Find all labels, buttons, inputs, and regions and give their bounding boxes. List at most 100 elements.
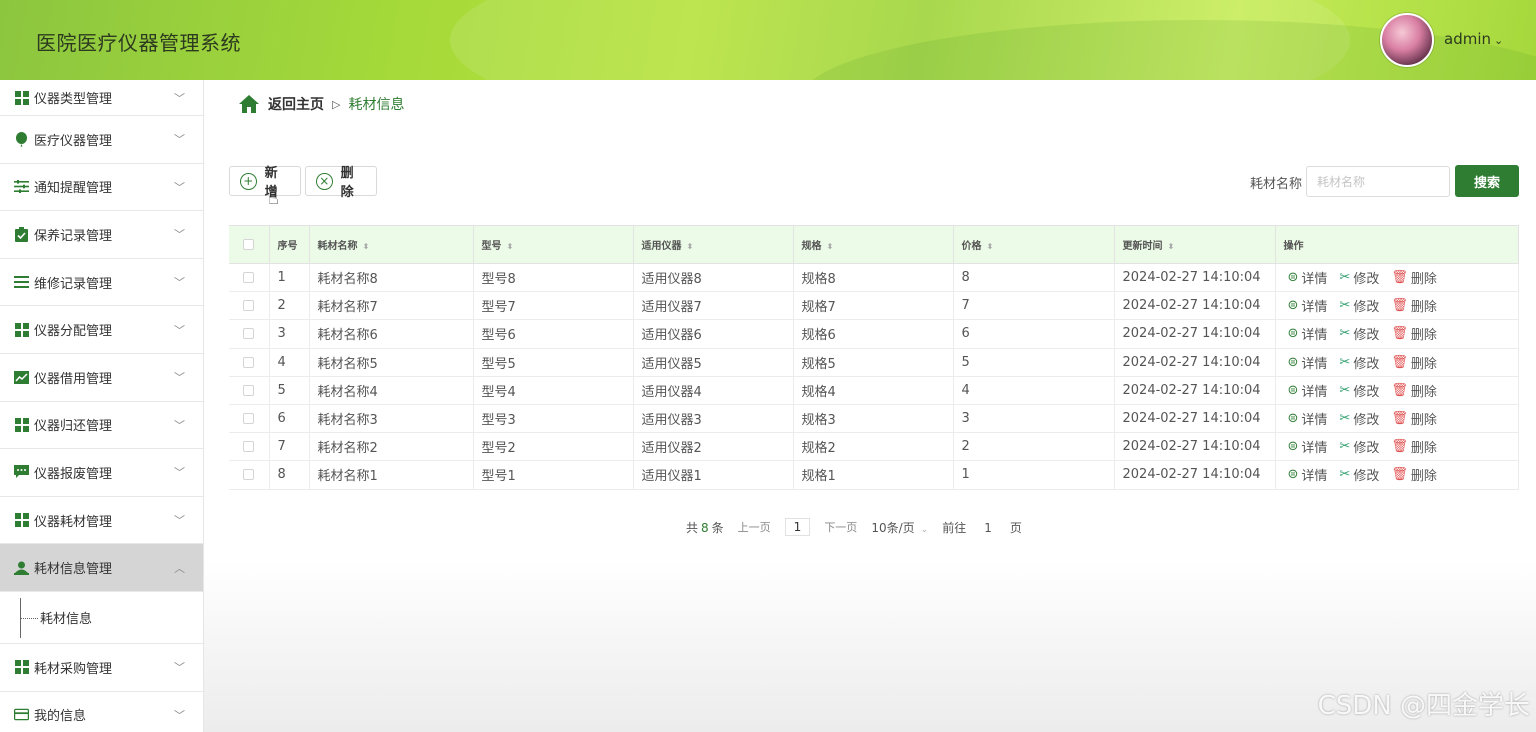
table-row[interactable]: 4 耗材名称5 型号5 适用仪器5 规格5 5 2024-02-27 14:10:04 ⊜ 详情… <box>229 348 1519 377</box>
data-table: 序号 耗材名称 ⬍ 型号 ⬍ 适用仪器 ⬍ 规格 ⬍ 价格 ⬍ 更新时间 ⬍ 操作 1 耗材名… <box>229 225 1519 490</box>
sidebar-item[interactable]: 仪器报废管理 ﹀ <box>0 449 203 497</box>
sidebar: 仪器类型管理 ﹀ 医疗仪器管理 ﹀ 通知提醒管理 ﹀ 保养记录管理 ﹀ 维修记录管理 ﹀ 仪器分配管… <box>0 80 204 732</box>
row-select-cell <box>229 404 270 434</box>
edit-button[interactable]: ✂ 修改 <box>1339 465 1379 484</box>
sidebar-item[interactable]: 耗材信息管理 ︿ <box>0 544 203 592</box>
detail-button[interactable]: ⊜ 详情 <box>1288 353 1328 372</box>
column-header-name[interactable]: 耗材名称 ⬍ <box>309 225 474 264</box>
sidebar-item[interactable]: 仪器类型管理 ﹀ <box>0 80 203 116</box>
sidebar-item[interactable]: 仪器归还管理 ﹀ <box>0 402 203 450</box>
table-row[interactable]: 2 耗材名称7 型号7 适用仪器7 规格7 7 2024-02-27 14:10:04 ⊜ 详情… <box>229 291 1519 321</box>
edit-button[interactable]: ✂ 修改 <box>1339 409 1379 428</box>
edit-button[interactable]: ✂ 修改 <box>1339 324 1379 343</box>
next-page-button[interactable]: 下一页 <box>824 519 857 535</box>
sidebar-item[interactable]: 医疗仪器管理 ﹀ <box>0 116 203 164</box>
goto-page-input[interactable]: 1 <box>984 521 992 535</box>
grid-icon <box>14 322 29 337</box>
table-row[interactable]: 3 耗材名称6 型号6 适用仪器6 规格6 6 2024-02-27 14:10:04 ⊜ 详情… <box>229 319 1519 349</box>
username[interactable]: admin <box>1444 30 1491 48</box>
cell-price: 1 <box>953 460 1115 490</box>
sidebar-item[interactable]: 我的信息 ﹀ <box>0 692 203 732</box>
watermark: CSDN @四金学长 <box>1317 691 1530 721</box>
select-all-checkbox[interactable] <box>243 238 255 250</box>
column-header-spec[interactable]: 规格 ⬍ <box>793 225 954 264</box>
sidebar-item[interactable]: 保养记录管理 ﹀ <box>0 211 203 259</box>
edit-button[interactable]: ✂ 修改 <box>1339 296 1379 315</box>
tree-line <box>21 617 38 619</box>
table-row[interactable]: 8 耗材名称1 型号1 适用仪器1 规格1 1 2024-02-27 14:10:04 ⊜ 详情… <box>229 460 1519 490</box>
sidebar-item[interactable]: 通知提醒管理 ﹀ <box>0 164 203 212</box>
cell-device: 适用仪器1 <box>633 460 794 490</box>
sidebar-item[interactable]: 仪器借用管理 ﹀ <box>0 354 203 402</box>
sidebar-subitem[interactable]: 耗材信息 <box>0 592 203 644</box>
delete-row-button[interactable]: 🗑 删除 <box>1391 465 1437 484</box>
wrench-icon: ✂ <box>1339 298 1351 314</box>
cell-name: 耗材名称5 <box>309 348 474 377</box>
table-row[interactable]: 7 耗材名称2 型号2 适用仪器2 规格2 2 2024-02-27 14:10:04 ⊜ 详情… <box>229 432 1519 462</box>
cell-price: 8 <box>953 263 1115 293</box>
sidebar-item[interactable]: 仪器分配管理 ﹀ <box>0 306 203 354</box>
cell-no: 2 <box>269 291 310 321</box>
row-checkbox[interactable] <box>243 328 255 340</box>
detail-button[interactable]: ⊜ 详情 <box>1288 324 1328 343</box>
detail-button[interactable]: ⊜ 详情 <box>1288 437 1328 456</box>
sidebar-item-label: 我的信息 <box>34 709 87 725</box>
chevron-down-icon: ﹀ <box>174 323 185 337</box>
table-row[interactable]: 6 耗材名称3 型号3 适用仪器3 规格3 3 2024-02-27 14:10:04 ⊜ 详情… <box>229 404 1519 434</box>
row-checkbox[interactable] <box>243 384 255 396</box>
sort-icon: ⬍ <box>362 242 370 251</box>
delete-row-button[interactable]: 🗑 删除 <box>1391 409 1437 428</box>
detail-button[interactable]: ⊜ 详情 <box>1288 268 1328 287</box>
row-checkbox[interactable] <box>243 272 255 284</box>
prev-page-button[interactable]: 上一页 <box>738 519 771 535</box>
main-content: 返回主页 ▷ 耗材信息 + 新增 × 删除 ☝ 耗材名称 搜索 序号 耗材名称⬍… <box>204 80 1536 732</box>
list-icon <box>14 275 29 290</box>
column-header-actions: 操作 <box>1275 225 1519 264</box>
edit-button[interactable]: ✂ 修改 <box>1339 268 1379 287</box>
column-header-model[interactable]: 型号 ⬍ <box>473 225 634 264</box>
page-size-select[interactable]: 10条/页 ⌄ <box>871 519 928 536</box>
detail-button[interactable]: ⊜ 详情 <box>1288 296 1328 315</box>
detail-button[interactable]: ⊜ 详情 <box>1288 381 1328 400</box>
column-header-device[interactable]: 适用仪器 ⬍ <box>633 225 794 264</box>
search-button[interactable]: 搜索 <box>1455 165 1519 197</box>
edit-button[interactable]: ✂ 修改 <box>1339 437 1379 456</box>
edit-button[interactable]: ✂ 修改 <box>1339 353 1379 372</box>
delete-row-button[interactable]: 🗑 删除 <box>1391 268 1437 287</box>
sidebar-item[interactable]: 仪器耗材管理 ﹀ <box>0 497 203 545</box>
detail-button[interactable]: ⊜ 详情 <box>1288 465 1328 484</box>
row-checkbox[interactable] <box>243 356 255 368</box>
delete-button[interactable]: × 删除 <box>305 166 377 200</box>
table-row[interactable]: 1 耗材名称8 型号8 适用仪器8 规格8 8 2024-02-27 14:10:04 ⊜ 详情… <box>229 263 1519 293</box>
add-button[interactable]: + 新增 <box>229 166 301 200</box>
avatar[interactable] <box>1380 13 1434 67</box>
row-checkbox[interactable] <box>243 469 255 481</box>
delete-row-button[interactable]: 🗑 删除 <box>1391 324 1437 343</box>
row-checkbox[interactable] <box>243 300 255 312</box>
cell-actions: ⊜ 详情 ✂ 修改 🗑 删除 <box>1275 460 1519 490</box>
delete-row-button[interactable]: 🗑 删除 <box>1391 437 1437 456</box>
delete-row-button[interactable]: 🗑 删除 <box>1391 296 1437 315</box>
current-page[interactable]: 1 <box>784 518 811 536</box>
delete-row-button[interactable]: 🗑 删除 <box>1391 353 1437 372</box>
detail-button[interactable]: ⊜ 详情 <box>1288 409 1328 428</box>
row-checkbox[interactable] <box>243 413 255 425</box>
user-menu[interactable]: admin ⌄ <box>1444 30 1503 48</box>
edit-button[interactable]: ✂ 修改 <box>1339 381 1379 400</box>
cell-no: 7 <box>269 432 310 462</box>
trash-icon: 🗑 <box>1391 411 1408 427</box>
sidebar-item[interactable]: 耗材采购管理 ﹀ <box>0 644 203 692</box>
table-row[interactable]: 5 耗材名称4 型号4 适用仪器4 规格4 4 2024-02-27 14:10:04 ⊜ 详情… <box>229 376 1519 405</box>
delete-row-button[interactable]: 🗑 删除 <box>1391 381 1437 400</box>
chevron-down-icon[interactable]: ⌄ <box>1494 34 1503 47</box>
column-header-time[interactable]: 更新时间 ⬍ <box>1114 225 1276 264</box>
column-header-price[interactable]: 价格 ⬍ <box>953 225 1115 264</box>
row-checkbox[interactable] <box>243 441 255 453</box>
sidebar-item[interactable]: 维修记录管理 ﹀ <box>0 259 203 307</box>
cell-no: 4 <box>269 348 310 377</box>
breadcrumb-home[interactable]: 返回主页 <box>268 94 324 114</box>
home-icon[interactable] <box>238 94 260 114</box>
cell-price: 7 <box>953 291 1115 321</box>
detail-icon: ⊜ <box>1287 326 1299 342</box>
search-input[interactable] <box>1306 166 1450 197</box>
